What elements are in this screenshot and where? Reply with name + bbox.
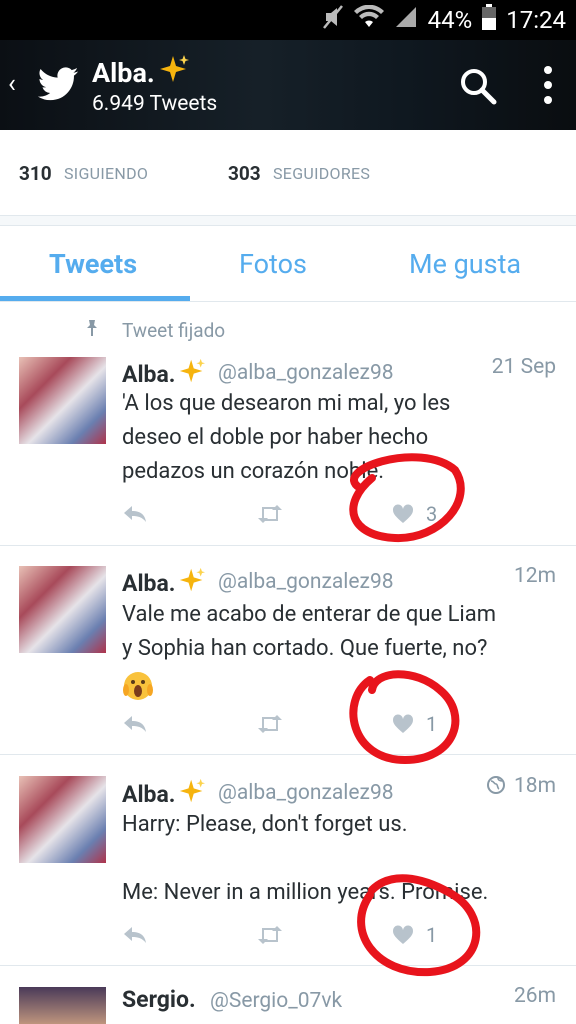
tweet-text: 'A los que desearon mi mal, yo les deseo…: [122, 391, 451, 484]
sparkles-emoji-icon: [179, 358, 206, 390]
search-icon[interactable]: [458, 66, 498, 106]
battery-icon: [482, 4, 497, 36]
overflow-menu-icon[interactable]: [540, 64, 556, 106]
status-bar: 44% 17:24: [0, 0, 576, 40]
like-icon[interactable]: [392, 714, 414, 738]
pin-icon: [84, 319, 100, 342]
followers-count[interactable]: 303: [228, 162, 261, 185]
tweet-handle[interactable]: @Sergio_07vk: [210, 989, 342, 1013]
retweet-icon[interactable]: [256, 504, 284, 528]
globe-icon: [486, 775, 506, 799]
like-count: 3: [426, 502, 438, 526]
like-icon[interactable]: [392, 504, 414, 528]
wifi-icon: [353, 4, 384, 35]
tweet-item[interactable]: Alba. @alba_gonzalez98 12m Vale me acabo…: [0, 546, 576, 755]
tweet-handle[interactable]: @alba_gonzalez98: [218, 361, 394, 385]
clock: 17:24: [506, 6, 566, 34]
tab-tweets[interactable]: Tweets: [49, 248, 137, 280]
follow-stats: 310 SIGUIENDO 303 SEGUIDORES: [0, 130, 576, 216]
tab-fotos[interactable]: Fotos: [239, 248, 307, 280]
tweet-time: 21 Sep: [491, 355, 556, 379]
tweet-text: Vale me acabo de enterar de que Liam y S…: [122, 602, 497, 661]
followers-label[interactable]: SEGUIDORES: [273, 164, 370, 183]
avatar[interactable]: [19, 566, 106, 653]
pinned-row: Tweet fijado: [84, 319, 225, 342]
retweet-icon[interactable]: [256, 925, 284, 949]
profile-header: ‹ Alba. 6.949 Tweets: [0, 40, 576, 130]
reply-icon[interactable]: [122, 925, 148, 949]
tweet-handle[interactable]: @alba_gonzalez98: [218, 781, 394, 805]
mute-icon: [322, 4, 344, 36]
reply-icon[interactable]: [122, 504, 148, 528]
back-icon[interactable]: ‹: [8, 68, 16, 100]
following-count[interactable]: 310: [19, 162, 52, 185]
battery-percent: 44%: [427, 6, 473, 34]
tweet-item[interactable]: Sergio. @Sergio_07vk 26m: [0, 966, 576, 1024]
active-tab-indicator: [0, 296, 190, 301]
tweet-time: 12m: [513, 564, 556, 588]
tweet-author-name[interactable]: Alba.: [122, 567, 206, 599]
reply-icon[interactable]: [122, 714, 148, 738]
avatar[interactable]: [19, 776, 106, 863]
like-count: 1: [426, 712, 438, 736]
header-name: Alba.: [92, 54, 189, 91]
section-divider: [0, 216, 576, 226]
pinned-label: Tweet fijado: [122, 319, 226, 342]
retweet-icon[interactable]: [256, 714, 284, 738]
tweet-text: Harry: Please, don't forget us. Me: Neve…: [122, 812, 489, 905]
profile-tabs: Tweets Fotos Me gusta: [0, 226, 576, 302]
tweet-author-name[interactable]: Alba.: [122, 778, 206, 810]
tweet-author-name[interactable]: Alba.: [122, 358, 206, 390]
tweet-time: 26m: [513, 984, 556, 1008]
like-count: 1: [426, 923, 438, 947]
tweet-handle[interactable]: @alba_gonzalez98: [218, 570, 394, 594]
tweet-time: 18m: [513, 774, 556, 798]
avatar[interactable]: [19, 357, 106, 444]
following-label[interactable]: SIGUIENDO: [64, 164, 148, 183]
tab-me-gusta[interactable]: Me gusta: [409, 248, 521, 280]
signal-icon: [394, 5, 418, 35]
tweet-item[interactable]: Tweet fijado Alba. @alba_gonzalez98 21 S…: [0, 303, 576, 546]
screaming-face-emoji-icon: [122, 670, 154, 706]
tweet-author-name[interactable]: Sergio.: [122, 986, 196, 1013]
sparkles-emoji-icon: [179, 567, 206, 599]
like-icon[interactable]: [392, 925, 414, 949]
sparkles-emoji-icon: [159, 54, 189, 91]
header-tweet-count: 6.949 Tweets: [92, 92, 218, 116]
avatar[interactable]: [19, 987, 106, 1024]
tweet-item[interactable]: Alba. @alba_gonzalez98 18m Harry: Please…: [0, 755, 576, 966]
twitter-bird-icon[interactable]: [36, 62, 80, 106]
sparkles-emoji-icon: [179, 778, 206, 810]
